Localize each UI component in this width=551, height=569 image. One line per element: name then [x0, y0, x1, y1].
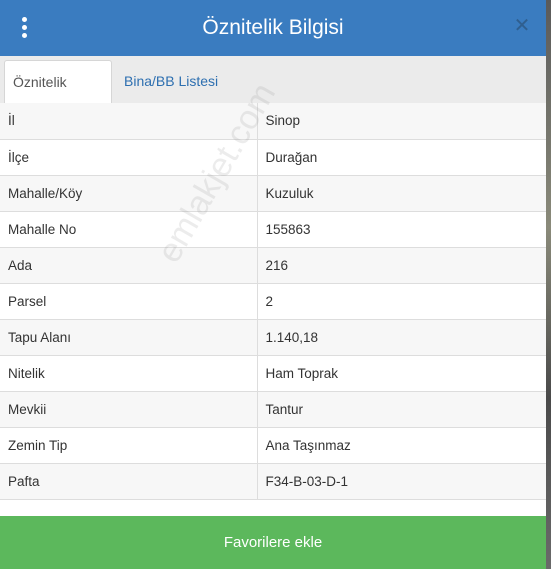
- attribute-value: Kuzuluk: [257, 175, 546, 212]
- attribute-value: Tantur: [257, 391, 546, 428]
- attribute-info-dialog: Öznitelik Bilgisi ✕ Öznitelik Bilgisi Bi…: [0, 0, 546, 569]
- attribute-label: Pafta: [0, 463, 258, 500]
- dialog-header: Öznitelik Bilgisi ✕: [0, 0, 546, 56]
- attribute-label: Tapu Alanı: [0, 319, 258, 356]
- attribute-label: Ada: [0, 247, 258, 284]
- dialog-title: Öznitelik Bilgisi: [202, 16, 344, 39]
- tab-bar: Öznitelik Bilgisi Bina/BB Listesi: [0, 56, 546, 133]
- attribute-value: Sinop: [257, 103, 546, 140]
- table-row: Parsel 2: [0, 283, 546, 320]
- attribute-label: Zemin Tip: [0, 427, 258, 464]
- attribute-table: İl Sinop İlçe Durağan Mahalle/Köy Kuzulu…: [0, 103, 546, 500]
- table-row: İl Sinop: [0, 103, 546, 140]
- attribute-value: Ana Taşınmaz: [257, 427, 546, 464]
- table-row: Pafta F34-B-03-D-1: [0, 463, 546, 500]
- close-icon[interactable]: ✕: [512, 14, 532, 38]
- table-row: Mevkii Tantur: [0, 391, 546, 428]
- add-to-favorites-button[interactable]: Favorilere ekle: [0, 516, 546, 569]
- attribute-value: 216: [257, 247, 546, 284]
- table-row: Mahalle No 155863: [0, 211, 546, 248]
- attribute-value: Durağan: [257, 139, 546, 176]
- table-row: Zemin Tip Ana Taşınmaz: [0, 427, 546, 464]
- attribute-value: Ham Toprak: [257, 355, 546, 392]
- attribute-label: İlçe: [0, 139, 258, 176]
- table-row: Mahalle/Köy Kuzuluk: [0, 175, 546, 212]
- table-row: İlçe Durağan: [0, 139, 546, 176]
- tab-building-list[interactable]: Bina/BB Listesi: [116, 60, 226, 103]
- attribute-label: Mahalle/Köy: [0, 175, 258, 212]
- table-row: Nitelik Ham Toprak: [0, 355, 546, 392]
- map-background-strip: [546, 0, 551, 569]
- attribute-label: İl: [0, 103, 258, 140]
- attribute-value: 2: [257, 283, 546, 320]
- attribute-label: Nitelik: [0, 355, 258, 392]
- attribute-label: Parsel: [0, 283, 258, 320]
- attribute-value: F34-B-03-D-1: [257, 463, 546, 500]
- attribute-value: 155863: [257, 211, 546, 248]
- table-row: Tapu Alanı 1.140,18: [0, 319, 546, 356]
- attribute-label: Mahalle No: [0, 211, 258, 248]
- tab-attribute-info[interactable]: Öznitelik Bilgisi: [4, 60, 112, 133]
- table-row: Ada 216: [0, 247, 546, 284]
- attribute-value: 1.140,18: [257, 319, 546, 356]
- attribute-label: Mevkii: [0, 391, 258, 428]
